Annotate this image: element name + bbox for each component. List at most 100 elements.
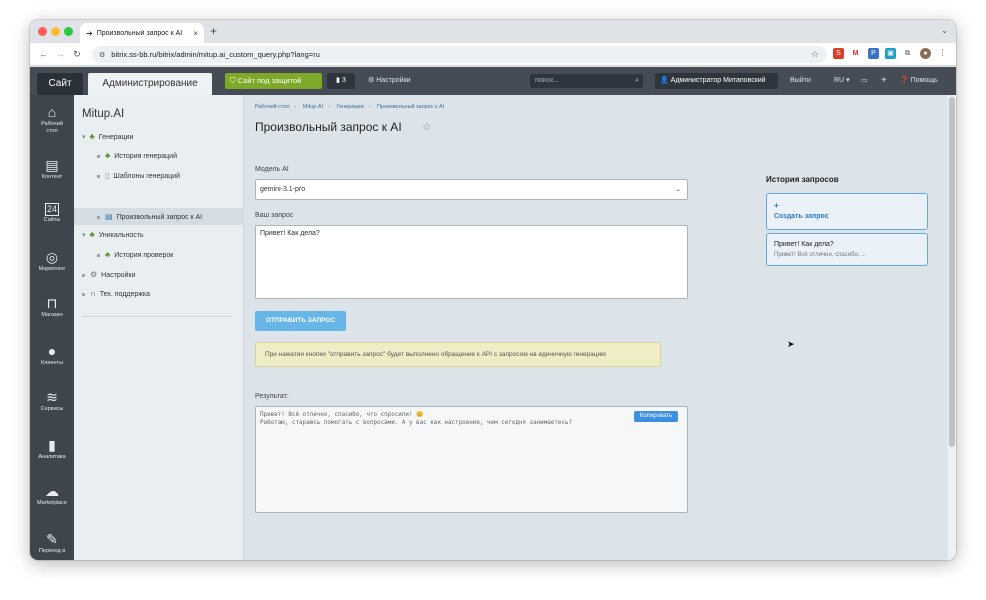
create-query-button[interactable]: + Создать запрос bbox=[766, 193, 928, 230]
scrollbar-thumb[interactable] bbox=[949, 97, 955, 447]
minimize-window-button[interactable] bbox=[51, 27, 60, 36]
menu-analytics-label: Аналитика bbox=[38, 454, 66, 460]
bullet bbox=[97, 215, 100, 219]
menu-marketing[interactable]: ◎ Маркетинг bbox=[30, 249, 74, 273]
tree-item-label: Произвольный запрос к AI bbox=[116, 214, 203, 221]
extension-teal-icon[interactable]: ▣ bbox=[885, 48, 896, 59]
extensions-puzzle-icon[interactable]: ⧉ bbox=[902, 48, 913, 59]
search-icon[interactable]: ⌕ bbox=[635, 74, 639, 88]
menu-marketplace[interactable]: ☁ Marketplace bbox=[30, 483, 74, 507]
reload-button[interactable]: ↻ bbox=[73, 49, 81, 60]
copy-button[interactable]: Копировать bbox=[634, 411, 678, 422]
document-icon: ▯ bbox=[105, 171, 110, 180]
tree-item-support[interactable]: ∩ Тех. поддержка bbox=[74, 285, 244, 302]
analytics-icon: ▮ bbox=[48, 437, 56, 453]
module-menu-tree: Mitup.AI ▾ ♣ Генерации ♣ История генераций … bbox=[74, 95, 244, 560]
menu-services[interactable]: ≋ Сервисы bbox=[30, 389, 74, 413]
breadcrumb-desktop[interactable]: Рабочий стол bbox=[255, 104, 290, 110]
menu-desktop-label: Рабочий стол bbox=[41, 121, 63, 134]
menu-services-label: Сервисы bbox=[40, 406, 64, 412]
search-placeholder: поиск... bbox=[535, 77, 559, 84]
url-text: bitrix.ss-bb.ru/bitrix/admin/mitup.ai_cu… bbox=[111, 50, 320, 59]
maximize-window-button[interactable] bbox=[64, 27, 73, 36]
cloud-icon: ☁ bbox=[45, 483, 59, 499]
headset-icon: ∩ bbox=[90, 289, 96, 298]
history-item[interactable]: Привет! Как дела? Привет! Всё отлично, с… bbox=[766, 233, 928, 266]
tab-title: Произвольный запрос к AI bbox=[96, 29, 183, 37]
tree-item-generation-history[interactable]: ♣ История генераций bbox=[74, 147, 244, 164]
send-query-button[interactable]: ОТПРАВИТЬ ЗАПРОС bbox=[255, 311, 346, 331]
menu-analytics[interactable]: ▮ Аналитика bbox=[30, 437, 74, 461]
admin-tab[interactable]: Администрирование bbox=[88, 73, 212, 95]
tab-close-icon[interactable]: × bbox=[193, 29, 198, 38]
tree-item-custom-query[interactable]: ▤ Произвольный запрос к AI bbox=[74, 208, 244, 225]
address-bar[interactable]: ⚙ bitrix.ss-bb.ru/bitrix/admin/mitup.ai_… bbox=[92, 46, 827, 63]
tree-item-label: История генераций bbox=[114, 153, 178, 160]
menu-content-label: Контент bbox=[41, 174, 63, 180]
extension-blue-icon[interactable]: P bbox=[868, 48, 879, 59]
tree-item-generations[interactable]: ▾ ♣ Генерации bbox=[74, 128, 244, 145]
language-select[interactable]: RU ▾ bbox=[834, 73, 850, 89]
settings-link[interactable]: ⚙ Настройки bbox=[368, 73, 411, 89]
history-icon: ♣ bbox=[105, 250, 111, 259]
menu-shop[interactable]: ⊓ Магазин bbox=[30, 295, 74, 319]
tree-item-check-history[interactable]: ♣ История проверок bbox=[74, 246, 244, 263]
back-button[interactable]: ← bbox=[39, 49, 48, 59]
new-tab-button[interactable]: + bbox=[210, 24, 217, 38]
help-icon: ❓ bbox=[900, 77, 909, 84]
plus-icon: + bbox=[774, 201, 779, 210]
bullet bbox=[82, 273, 85, 277]
tree-item-settings[interactable]: ⚙ Настройки bbox=[74, 266, 244, 283]
tree-item-label: Уникальность bbox=[98, 232, 144, 239]
result-textarea[interactable]: Привет! Всё отлично, спасибо, что спроси… bbox=[255, 406, 688, 513]
user-menu-button[interactable]: 👤 Администратор Митаповский bbox=[655, 73, 778, 89]
mouse-cursor-icon: ➤ bbox=[787, 339, 795, 349]
logout-link[interactable]: Выйти bbox=[790, 73, 811, 89]
query-label: Ваш запрос bbox=[255, 212, 294, 219]
site-tab[interactable]: Сайт bbox=[37, 73, 83, 95]
menu-desktop[interactable]: ⌂ Рабочий стол bbox=[30, 104, 74, 135]
notifications-button[interactable]: ▮ 3 bbox=[327, 73, 355, 89]
menu-goto[interactable]: ✎ Переход в bbox=[30, 531, 74, 555]
help-link[interactable]: ❓ Помощь bbox=[900, 73, 938, 89]
tree-item-label: Генерации bbox=[98, 134, 134, 141]
menu-clients[interactable]: ● Клиенты bbox=[30, 343, 74, 367]
menu-marketplace-label: Marketplace bbox=[37, 500, 67, 506]
pin-icon[interactable]: ✈ bbox=[881, 73, 887, 89]
extension-s-icon[interactable]: S bbox=[833, 48, 844, 59]
bookmark-star-icon[interactable]: ☆ bbox=[811, 49, 819, 60]
tree-item-uniqueness[interactable]: ▾ ♣ Уникальность bbox=[74, 226, 244, 243]
breadcrumb-module[interactable]: Mitup.AI bbox=[303, 104, 323, 110]
divider bbox=[82, 316, 232, 317]
menu-content[interactable]: ▤ Контент bbox=[30, 157, 74, 181]
breadcrumb-generations[interactable]: Генерации bbox=[336, 104, 363, 110]
panel-icon[interactable]: ▭ bbox=[861, 73, 868, 89]
breadcrumb-current[interactable]: Произвольный запрос к AI bbox=[377, 104, 444, 110]
protected-site-button[interactable]: ⛉ Сайт под защитой bbox=[225, 73, 322, 89]
basket-icon: ⊓ bbox=[46, 295, 58, 311]
browser-menu-icon[interactable]: ⋮ bbox=[937, 48, 948, 59]
menu-sites[interactable]: 24 Сайты bbox=[30, 203, 74, 224]
expand-arrow-icon[interactable]: ▾ bbox=[82, 232, 86, 239]
shield-icon: ⛉ bbox=[230, 76, 236, 85]
menu-shop-label: Магазин bbox=[41, 312, 63, 318]
search-input[interactable]: поиск... ⌕ bbox=[530, 74, 643, 88]
browser-window: ➔ Произвольный запрос к AI × + ⌄ ← → ↻ ⚙… bbox=[30, 20, 956, 560]
user-icon: 👤 bbox=[660, 77, 669, 84]
tree-item-generation-templates[interactable]: ▯ Шаблоны генераций bbox=[74, 167, 244, 184]
query-textarea[interactable]: Привет! Как дела? bbox=[255, 225, 688, 299]
site-info-icon[interactable]: ⚙ bbox=[99, 51, 105, 59]
language-label: RU bbox=[834, 77, 845, 84]
close-window-button[interactable] bbox=[38, 27, 47, 36]
profile-avatar[interactable]: ● bbox=[920, 48, 931, 59]
tab-search-chevron-icon[interactable]: ⌄ bbox=[941, 26, 948, 35]
chevron-down-icon: ⌄ bbox=[675, 186, 681, 193]
history-item-answer: Привет! Всё отлично, спасибо, ... bbox=[774, 252, 867, 258]
protected-site-label: Сайт под защитой bbox=[237, 76, 302, 85]
forward-button[interactable]: → bbox=[56, 49, 65, 59]
expand-arrow-icon[interactable]: ▾ bbox=[82, 134, 86, 141]
browser-tab[interactable]: ➔ Произвольный запрос к AI × bbox=[80, 23, 204, 43]
gmail-icon[interactable]: M bbox=[850, 48, 861, 59]
favorite-star-icon[interactable]: ☆ bbox=[422, 120, 432, 133]
model-select[interactable]: gemini-3.1-pro ⌄ bbox=[255, 179, 688, 200]
